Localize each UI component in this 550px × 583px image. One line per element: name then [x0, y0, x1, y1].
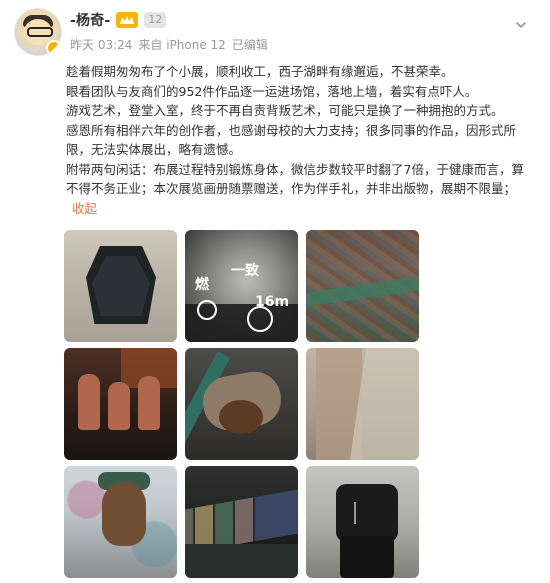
- statue-2: [108, 382, 130, 430]
- photo-black-sculpture[interactable]: [64, 230, 177, 342]
- photo-buddha-head-painting[interactable]: [64, 466, 177, 578]
- post-time[interactable]: 昨天 03:24: [70, 36, 132, 53]
- post-body-line-2: 眼看团队与友商们的952件作品逐一运进场馆，落地上墙，着实有点吓人。: [66, 83, 478, 99]
- annotation-text-1: 燃: [195, 277, 209, 293]
- statue-3: [138, 376, 160, 430]
- avatar[interactable]: [14, 8, 62, 56]
- collapse-link[interactable]: 收起: [72, 201, 97, 216]
- post-source: 来自 iPhone 12: [138, 38, 226, 52]
- photo-terracotta-figures-closeup[interactable]: [306, 230, 419, 342]
- display-floor: [185, 544, 298, 578]
- photo-sculpture-torso-detail[interactable]: [306, 348, 419, 460]
- post-body: 趁着假期匆匆布了个小展，顺利收工，西子湖畔有缘邂逅，不甚荣幸。 眼看团队与友商们…: [66, 62, 526, 218]
- post-body-line-1: 趁着假期匆匆布了个小展，顺利收工，西子湖畔有缘邂逅，不甚荣幸。: [66, 64, 454, 79]
- photo-visitor-black-tee[interactable]: [306, 466, 419, 578]
- tshirt-print: [354, 502, 384, 524]
- author-row: -杨奇- 12: [70, 10, 540, 30]
- weibo-post: -杨奇- 12 昨天 03:24 来自 iPhone 12 已编辑 趁着假期匆匆…: [0, 0, 550, 583]
- post-edit-status[interactable]: 已编辑: [232, 36, 268, 53]
- post-body-line-5-text: 附带两句闲话：布展过程特别锻炼身体，微信步数较平时翻了7倍，于健康而言，算不得不…: [66, 161, 524, 197]
- post-meta: 昨天 03:24 来自 iPhone 12 已编辑: [70, 36, 540, 53]
- photo-annotated-gallery-wall[interactable]: 燃 一致 16m: [185, 230, 298, 342]
- buddha-head: [102, 482, 146, 546]
- annotation-circle-1: [197, 300, 217, 320]
- post-body-line-5: 附带两句闲话：布展过程特别锻炼身体，微信步数较平时翻了7倍，于健康而言，算不得不…: [66, 160, 526, 219]
- photo-grid: 燃 一致 16m: [64, 230, 420, 578]
- annotation-circle-2: [247, 306, 273, 332]
- black-pants: [340, 536, 394, 578]
- post-header: -杨奇- 12 昨天 03:24 来自 iPhone 12 已编辑: [70, 10, 540, 54]
- vip-level-label: 12: [144, 12, 167, 28]
- post-menu-chevron-icon[interactable]: [512, 16, 530, 34]
- post-body-line-3: 游戏艺术，登堂入室，终于不再自责背叛艺术，可能只是换了一种拥抱的方式。: [66, 103, 504, 118]
- vip-crown-icon[interactable]: [116, 12, 139, 28]
- verified-badge-icon: [46, 40, 61, 55]
- annotation-text-2: 一致: [231, 263, 259, 279]
- sculpture-pot: [219, 400, 263, 434]
- avatar-glasses-icon: [27, 27, 53, 37]
- photo-lit-statues-hall[interactable]: [64, 348, 177, 460]
- photo-display-wall[interactable]: [185, 466, 298, 578]
- photo-sculpture-hands-detail[interactable]: [185, 348, 298, 460]
- author-name[interactable]: -杨奇-: [70, 10, 110, 30]
- post-body-line-4: 感恩所有相伴六年的创作者，也感谢母校的大力支持；很多同事的作品，因形式所限，无法…: [66, 122, 517, 158]
- statue-1: [78, 374, 100, 430]
